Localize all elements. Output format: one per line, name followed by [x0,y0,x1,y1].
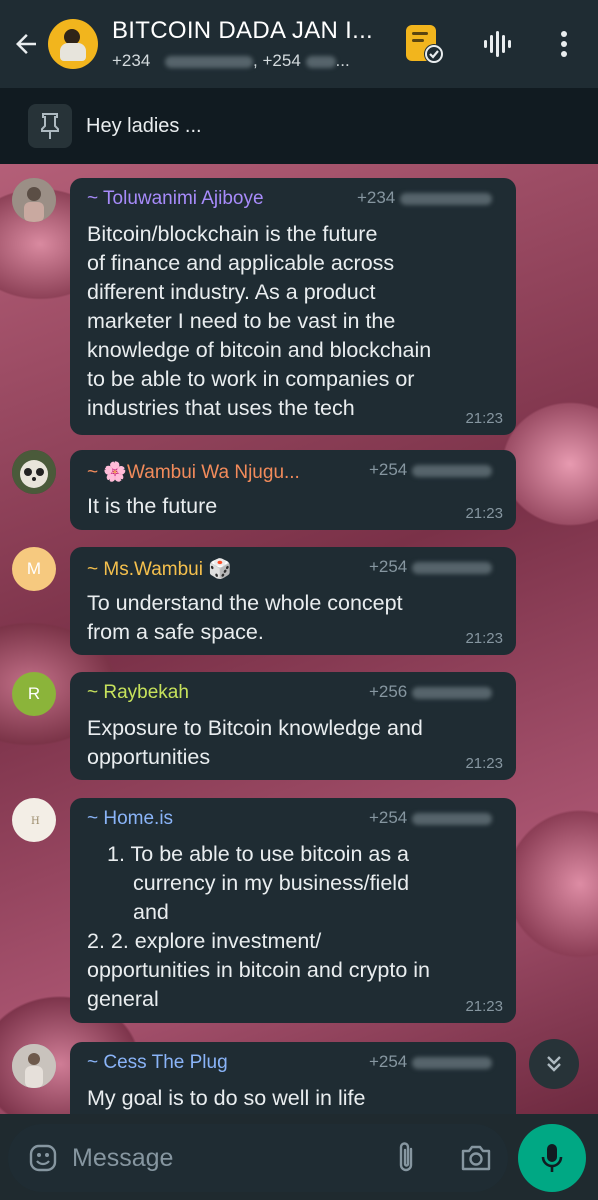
voice-chat-button[interactable] [476,0,520,88]
participants-subtitle: +234 , +254 ... [112,51,397,71]
message-text: Exposure to Bitcoin knowledge and opport… [87,716,423,769]
camera-icon [461,1145,491,1171]
message-bubble[interactable]: ~ Home.is +254 1. To be able to use bitc… [70,798,516,1023]
sender-phone: +254 [369,460,492,480]
double-chevron-down-icon [547,1056,561,1072]
back-button[interactable] [2,0,50,88]
subtitle-ellipsis: ... [335,51,350,70]
avatar[interactable] [12,450,56,494]
sender-phone: +254 [369,557,492,577]
pin-icon-box [28,104,72,148]
scheduled-call-button[interactable] [398,0,450,88]
audio-wave-icon [484,31,511,57]
message-time: 21:23 [465,755,503,772]
arrow-left-icon [16,34,36,54]
message-text: My goal is to do so well in life [87,1086,366,1110]
message-time: 21:23 [465,410,503,427]
person-photo-icon [12,1044,56,1088]
message-bubble[interactable]: ~ Ms.Wambui 🎲 +254 To understand the who… [70,547,516,655]
paperclip-icon [399,1142,413,1172]
message-text: To understand the whole concept from a s… [87,591,403,644]
sender-phone: +254 [369,808,492,828]
more-vertical-icon [561,31,567,57]
redacted-number [305,55,336,68]
redacted-number [165,55,254,68]
message-bubble[interactable]: ~ Toluwanimi Ajiboye +234 Bitcoin/blockc… [70,178,516,435]
scroll-to-bottom-button[interactable] [529,1039,579,1089]
chat-title-area[interactable]: BITCOIN DADA JAN I... +234 , +254 ... [112,17,397,71]
pin-icon [41,113,59,139]
redacted-number [400,192,492,205]
sender-phone: +254 [369,1052,492,1072]
svg-text:H: H [31,816,40,827]
message-input[interactable] [72,1143,394,1173]
redacted-number [412,561,492,574]
message-time: 21:23 [465,998,503,1015]
message-time: 21:23 [465,505,503,522]
message-time: 21:23 [465,630,503,647]
pinned-text: Hey ladies ... [86,114,202,137]
group-title: BITCOIN DADA JAN I... [112,17,374,44]
sender-phone: +256 [369,682,492,702]
avatar-letter: M [26,559,42,578]
camera-button[interactable] [454,1138,498,1178]
calendar-clock-icon [406,25,444,64]
message-text: Bitcoin/blockchain is the future of fina… [87,222,432,420]
pinned-message-bar[interactable]: Hey ladies ... [0,88,598,164]
redacted-number [412,1056,492,1069]
subtitle-number-1: +234 [112,51,151,70]
attach-button[interactable] [386,1138,426,1178]
message-text: It is the future [87,494,218,518]
redacted-number [412,812,492,825]
sender-phone: +234 [357,188,492,208]
message-bubble[interactable]: ~ Raybekah +256 Exposure to Bitcoin know… [70,672,516,780]
more-options-button[interactable] [544,0,584,88]
avatar-figure-body [60,43,86,61]
composer-bar [0,1114,598,1200]
group-avatar[interactable] [48,19,98,69]
logo-avatar-icon: H [31,816,40,827]
avatar-letter: R [27,684,41,703]
avatar[interactable] [12,1044,56,1088]
message-bubble[interactable]: ~ 🌸Wambui Wa Njugu... +254 It is the fut… [70,450,516,530]
message-bubble[interactable]: ~ Cess The Plug +254 My goal is to do so… [70,1042,516,1114]
redacted-number [412,686,492,699]
avatar[interactable] [12,178,56,222]
microphone-icon [541,1144,563,1172]
avatar[interactable]: H [12,798,56,842]
chat-area: ~ Toluwanimi Ajiboye +234 Bitcoin/blockc… [0,164,598,1114]
avatar[interactable]: R [12,672,56,716]
redacted-number [412,464,492,477]
chat-header: BITCOIN DADA JAN I... +234 , +254 ... [0,0,598,88]
person-photo-icon [12,178,56,222]
subtitle-number-2: , +254 [253,51,301,70]
message-input-pill [8,1124,508,1192]
voice-record-button[interactable] [518,1124,586,1192]
panda-avatar-icon [12,450,56,494]
emoji-button[interactable] [14,1124,72,1192]
emoji-icon [29,1144,57,1172]
avatar[interactable]: M [12,547,56,591]
message-text: 1. To be able to use bitcoin as a curren… [87,842,431,1011]
